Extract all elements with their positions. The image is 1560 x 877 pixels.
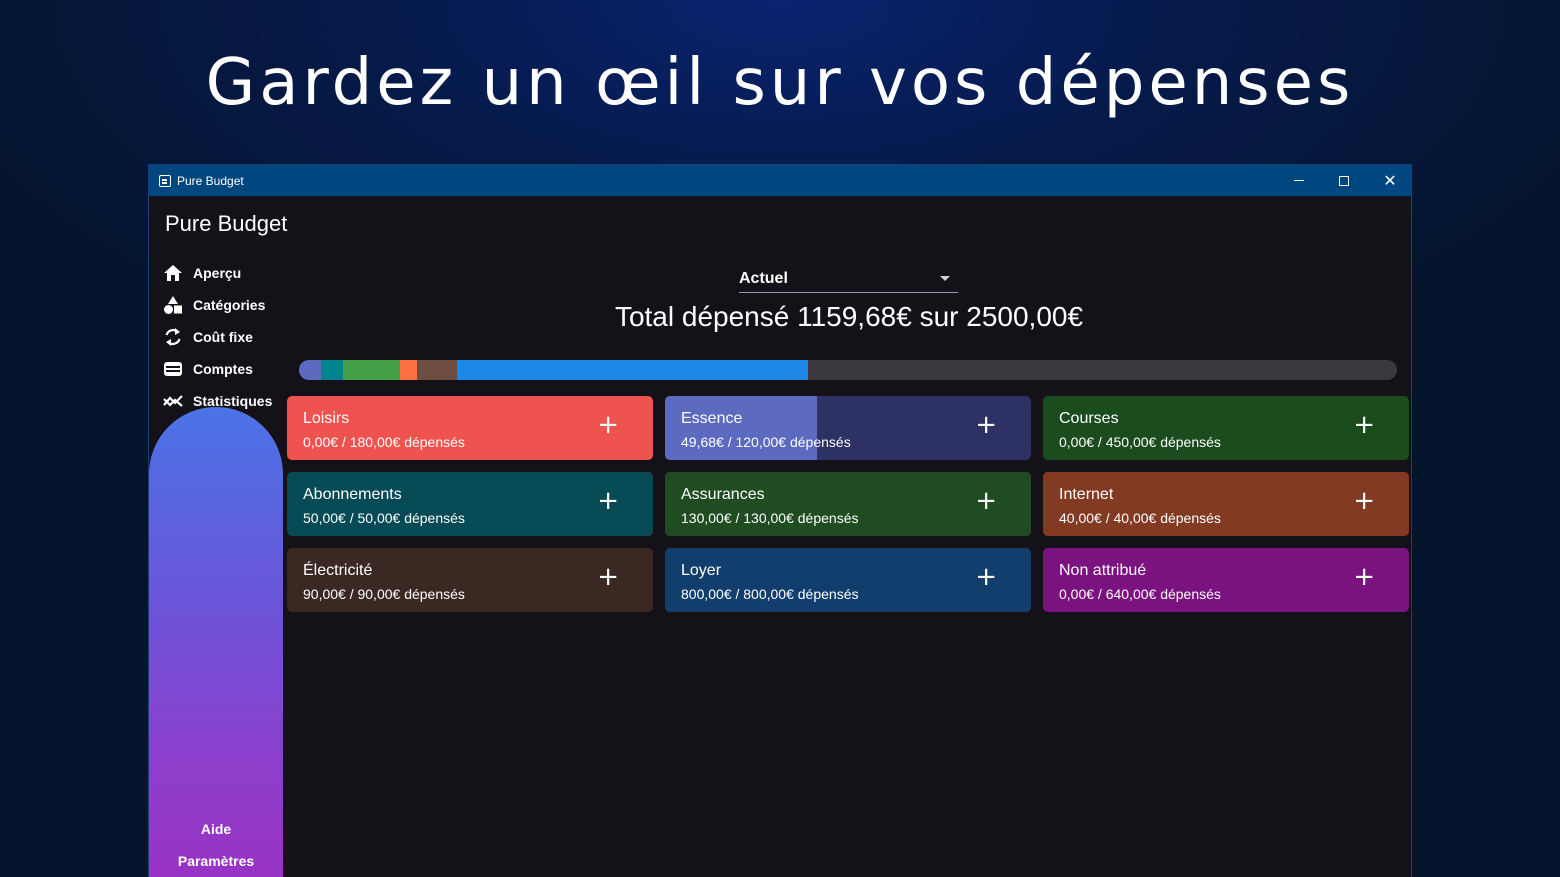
add-expense-button[interactable]: + xyxy=(597,486,619,516)
minimize-icon xyxy=(1294,180,1304,181)
minimize-button[interactable] xyxy=(1276,165,1322,196)
category-card[interactable]: Loisirs 0,00€ / 180,00€ dépensés + xyxy=(287,396,653,460)
category-name: Courses xyxy=(1059,410,1119,427)
sidebar-item-label: Statistiques xyxy=(193,393,273,409)
add-expense-button[interactable]: + xyxy=(1353,410,1375,440)
maximize-icon xyxy=(1339,175,1349,186)
category-card[interactable]: Électricité 90,00€ / 90,00€ dépensés + xyxy=(287,548,653,612)
chart-icon xyxy=(163,391,183,411)
category-name: Loisirs xyxy=(303,410,350,427)
close-button[interactable]: ✕ xyxy=(1367,165,1411,196)
progress-segment xyxy=(320,360,343,380)
category-amount: 0,00€ / 640,00€ dépensés xyxy=(1059,586,1221,602)
promo-headline: Gardez un œil sur vos dépenses xyxy=(205,46,1355,120)
category-name: Électricité xyxy=(303,562,373,579)
category-amount: 0,00€ / 450,00€ dépensés xyxy=(1059,434,1221,450)
category-amount: 0,00€ / 180,00€ dépensés xyxy=(303,434,465,450)
shapes-icon xyxy=(163,295,183,315)
sidebar-item-statistiques[interactable]: Statistiques xyxy=(163,385,272,417)
close-icon: ✕ xyxy=(1383,171,1397,190)
category-name: Assurances xyxy=(681,486,765,503)
help-link[interactable]: Aide xyxy=(149,821,283,837)
settings-link[interactable]: Paramètres xyxy=(149,853,283,869)
category-card[interactable]: Assurances 130,00€ / 130,00€ dépensés + xyxy=(665,472,1031,536)
category-card[interactable]: Abonnements 50,00€ / 50,00€ dépensés + xyxy=(287,472,653,536)
progress-segment xyxy=(399,360,418,380)
home-icon xyxy=(163,263,183,283)
window-title: Pure Budget xyxy=(177,173,244,188)
add-expense-button[interactable]: + xyxy=(975,486,997,516)
sidebar-item-label: Comptes xyxy=(193,361,253,377)
progress-segment xyxy=(342,360,400,380)
progress-segment xyxy=(456,360,809,380)
sidebar-nav: Aperçu Catégories Coût fixe Comptes Stat… xyxy=(163,257,272,417)
add-expense-button[interactable]: + xyxy=(975,410,997,440)
category-progress-fill xyxy=(665,396,817,460)
category-card[interactable]: Courses 0,00€ / 450,00€ dépensés + xyxy=(1043,396,1409,460)
category-card[interactable]: Loyer 800,00€ / 800,00€ dépensés + xyxy=(665,548,1031,612)
category-name: Essence xyxy=(681,410,743,427)
category-amount: 130,00€ / 130,00€ dépensés xyxy=(681,510,859,526)
category-amount: 90,00€ / 90,00€ dépensés xyxy=(303,586,465,602)
category-card[interactable]: Internet 40,00€ / 40,00€ dépensés + xyxy=(1043,472,1409,536)
category-name: Internet xyxy=(1059,486,1114,503)
sidebar-item-cout-fixe[interactable]: Coût fixe xyxy=(163,321,272,353)
sidebar-item-comptes[interactable]: Comptes xyxy=(163,353,272,385)
progress-segment xyxy=(299,360,321,380)
period-select-value: Actuel xyxy=(739,269,788,287)
category-amount: 50,00€ / 50,00€ dépensés xyxy=(303,510,465,526)
budget-progress-bar xyxy=(299,360,1397,380)
app-logo-icon xyxy=(159,174,171,187)
category-amount: 800,00€ / 800,00€ dépensés xyxy=(681,586,859,602)
sidebar-decoration xyxy=(149,407,283,877)
chevron-down-icon xyxy=(940,276,950,281)
category-amount: 49,68€ / 120,00€ dépensés xyxy=(681,434,851,450)
refresh-icon xyxy=(163,327,183,347)
title-bar: Pure Budget ✕ xyxy=(149,165,1411,196)
category-name: Loyer xyxy=(681,562,722,579)
add-expense-button[interactable]: + xyxy=(597,562,619,592)
app-title: Pure Budget xyxy=(165,211,288,236)
sidebar-item-label: Coût fixe xyxy=(193,329,253,345)
sidebar-item-label: Catégories xyxy=(193,297,266,313)
sidebar-item-label: Aperçu xyxy=(193,265,242,281)
progress-segment xyxy=(417,360,457,380)
maximize-button[interactable] xyxy=(1321,165,1367,196)
sidebar-item-apercu[interactable]: Aperçu xyxy=(163,257,272,289)
add-expense-button[interactable]: + xyxy=(597,410,619,440)
total-spent: Total dépensé 1159,68€ sur 2500,00€ xyxy=(614,301,1084,332)
category-name: Non attribué xyxy=(1059,562,1147,579)
wallet-icon xyxy=(163,359,183,379)
app-window: Pure Budget ✕ Pure Budget Aperçu Catégor… xyxy=(148,164,1412,877)
add-expense-button[interactable]: + xyxy=(1353,562,1375,592)
category-card[interactable]: Essence 49,68€ / 120,00€ dépensés + xyxy=(665,396,1031,460)
add-expense-button[interactable]: + xyxy=(975,562,997,592)
category-card[interactable]: Non attribué 0,00€ / 640,00€ dépensés + xyxy=(1043,548,1409,612)
period-select[interactable]: Actuel xyxy=(739,265,958,293)
category-name: Abonnements xyxy=(303,486,402,503)
sidebar-item-categories[interactable]: Catégories xyxy=(163,289,272,321)
add-expense-button[interactable]: + xyxy=(1353,486,1375,516)
category-amount: 40,00€ / 40,00€ dépensés xyxy=(1059,510,1221,526)
